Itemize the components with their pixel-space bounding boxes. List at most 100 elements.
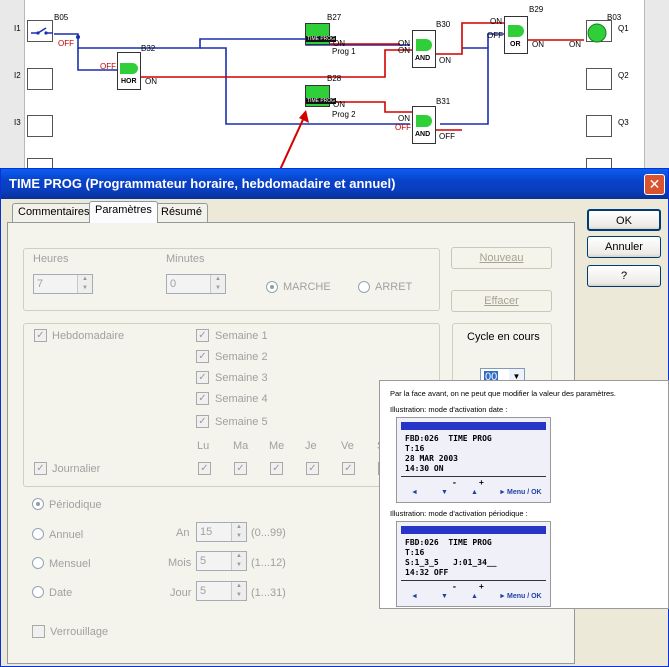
- lock-checkbox[interactable]: [32, 625, 45, 638]
- popup-intro: Par la face avant, on ne peut que modifi…: [390, 389, 616, 398]
- prog2-label: Prog 2: [332, 110, 356, 119]
- spin-down-icon[interactable]: ▼: [232, 591, 246, 600]
- help-button[interactable]: ?: [587, 265, 661, 287]
- spin-up-icon[interactable]: ▲: [232, 582, 246, 591]
- lcd-divider: [401, 476, 546, 477]
- lcd-header-bar: [401, 422, 546, 430]
- state-b31-out: OFF: [439, 132, 455, 141]
- state-b05: OFF: [58, 39, 74, 48]
- month-value: 5: [200, 555, 207, 567]
- lcd-date-line-1: FBD:026 TIME PROG: [405, 434, 492, 443]
- block-label-b30: B30: [436, 20, 451, 29]
- year-spinner[interactable]: 15 ▲ ▼: [196, 522, 247, 542]
- month-spinner[interactable]: 5 ▲ ▼: [196, 551, 247, 571]
- week1-checkbox[interactable]: ✓: [196, 329, 209, 342]
- tab-resume[interactable]: Résumé: [155, 203, 208, 222]
- spin-down-icon[interactable]: ▼: [78, 284, 92, 293]
- day-label-ma: Ma: [233, 440, 249, 452]
- state-b29-out: ON: [532, 40, 544, 49]
- tab-commentaires[interactable]: Commentaires: [12, 203, 96, 222]
- month-range: (1...12): [251, 557, 286, 569]
- spin-up-icon[interactable]: ▲: [232, 523, 246, 532]
- spin-up-icon[interactable]: ▲: [211, 275, 225, 284]
- arret-radio[interactable]: [358, 281, 370, 293]
- right-arrow-icon: ►: [499, 593, 506, 600]
- year-label: An: [176, 527, 190, 539]
- spin-up-icon[interactable]: ▲: [78, 275, 92, 284]
- lcd-periodic-mode: FBD:026 TIME PROG T:16 S:1_3_5 J:01_34__…: [396, 521, 551, 607]
- lcd-periodic-line-3: S:1_3_5 J:01_34__: [405, 558, 497, 567]
- tab-parametres[interactable]: Paramètres: [89, 201, 158, 223]
- state-q1-in: ON: [569, 40, 581, 49]
- date-caption: Illustration: mode d'activation date :: [390, 405, 508, 414]
- up-arrow-icon: ▲: [471, 489, 478, 496]
- monthly-radio[interactable]: [32, 557, 44, 569]
- periodic-caption: Illustration: mode d'activation périodiq…: [390, 509, 528, 518]
- front-panel-illustration: Par la face avant, on ne peut que modifi…: [379, 380, 669, 609]
- day-je-checkbox[interactable]: ✓: [306, 462, 319, 475]
- dialog-title: TIME PROG (Programmateur horaire, hebdom…: [1, 169, 668, 199]
- block-b27-time-prog[interactable]: TIME PROG: [305, 23, 337, 45]
- lcd-plus-mark: +: [479, 478, 484, 487]
- b29-or-label: OR: [510, 41, 521, 48]
- lcd-periodic-line-4: 14:32 OFF: [405, 568, 449, 577]
- day-spinner[interactable]: 5 ▲ ▼: [196, 581, 247, 601]
- state-b32-in: OFF: [100, 62, 116, 71]
- periodic-radio[interactable]: [32, 498, 44, 510]
- hebdo-checkbox[interactable]: ✓: [34, 329, 47, 342]
- day-ma-checkbox[interactable]: ✓: [234, 462, 247, 475]
- day-value: 5: [200, 585, 207, 597]
- block-b32-hor[interactable]: HOR: [117, 52, 141, 90]
- block-b31-and[interactable]: AND: [412, 106, 436, 144]
- new-button[interactable]: Nouveau: [451, 247, 552, 269]
- lcd-periodic-line-1: FBD:026 TIME PROG: [405, 538, 492, 547]
- date-radio[interactable]: [32, 586, 44, 598]
- block-label-b27: B27: [327, 13, 342, 22]
- annual-radio[interactable]: [32, 528, 44, 540]
- week1-label: Semaine 1: [215, 330, 268, 342]
- block-b30-and[interactable]: AND: [412, 30, 436, 68]
- block-b29-or[interactable]: OR: [504, 16, 528, 54]
- day-ve-checkbox[interactable]: ✓: [342, 462, 355, 475]
- week5-label: Semaine 5: [215, 416, 268, 428]
- marche-radio[interactable]: [266, 281, 278, 293]
- block-label-b31: B31: [436, 97, 451, 106]
- lcd-date-line-3: 28 MAR 2003: [405, 454, 458, 463]
- year-value: 15: [200, 526, 213, 538]
- week4-checkbox[interactable]: ✓: [196, 392, 209, 405]
- ok-button[interactable]: OK: [587, 209, 661, 231]
- block-label-b32: B32: [141, 44, 156, 53]
- week2-checkbox[interactable]: ✓: [196, 350, 209, 363]
- spin-up-icon[interactable]: ▲: [232, 552, 246, 561]
- week2-label: Semaine 2: [215, 351, 268, 363]
- block-b28-time-prog[interactable]: TIME PROG: [305, 85, 337, 107]
- week5-checkbox[interactable]: ✓: [196, 415, 209, 428]
- lock-label: Verrouillage: [50, 626, 109, 638]
- hours-value: 7: [37, 278, 44, 290]
- day-me-checkbox[interactable]: ✓: [270, 462, 283, 475]
- day-label-me: Me: [269, 440, 285, 452]
- arret-label: ARRET: [375, 281, 413, 293]
- hours-spinner[interactable]: 7 ▲ ▼: [33, 274, 93, 294]
- state-b30-out: ON: [439, 56, 451, 65]
- b28-lcd-tag: TIME PROG: [306, 98, 337, 104]
- cancel-button[interactable]: Annuler: [587, 236, 661, 258]
- close-button[interactable]: ✕: [644, 174, 665, 195]
- block-label-b05: B05: [54, 13, 69, 22]
- state-b28: ON: [333, 100, 345, 109]
- day-lu-checkbox[interactable]: ✓: [198, 462, 211, 475]
- prog1-label: Prog 1: [332, 47, 356, 56]
- block-label-b28: B28: [327, 74, 342, 83]
- spin-down-icon[interactable]: ▼: [232, 561, 246, 570]
- minutes-spinner[interactable]: 0 ▲ ▼: [166, 274, 226, 294]
- daily-checkbox[interactable]: ✓: [34, 462, 47, 475]
- block-label-b03: B03: [607, 13, 622, 22]
- spin-down-icon[interactable]: ▼: [232, 532, 246, 541]
- marche-label: MARCHE: [283, 281, 331, 293]
- delete-button[interactable]: Effacer: [451, 290, 552, 312]
- week3-checkbox[interactable]: ✓: [196, 371, 209, 384]
- b30-and-label: AND: [415, 55, 431, 62]
- spin-down-icon[interactable]: ▼: [211, 284, 225, 293]
- lcd-minus-mark: -: [452, 582, 457, 591]
- left-arrow-icon: ◄: [411, 593, 418, 600]
